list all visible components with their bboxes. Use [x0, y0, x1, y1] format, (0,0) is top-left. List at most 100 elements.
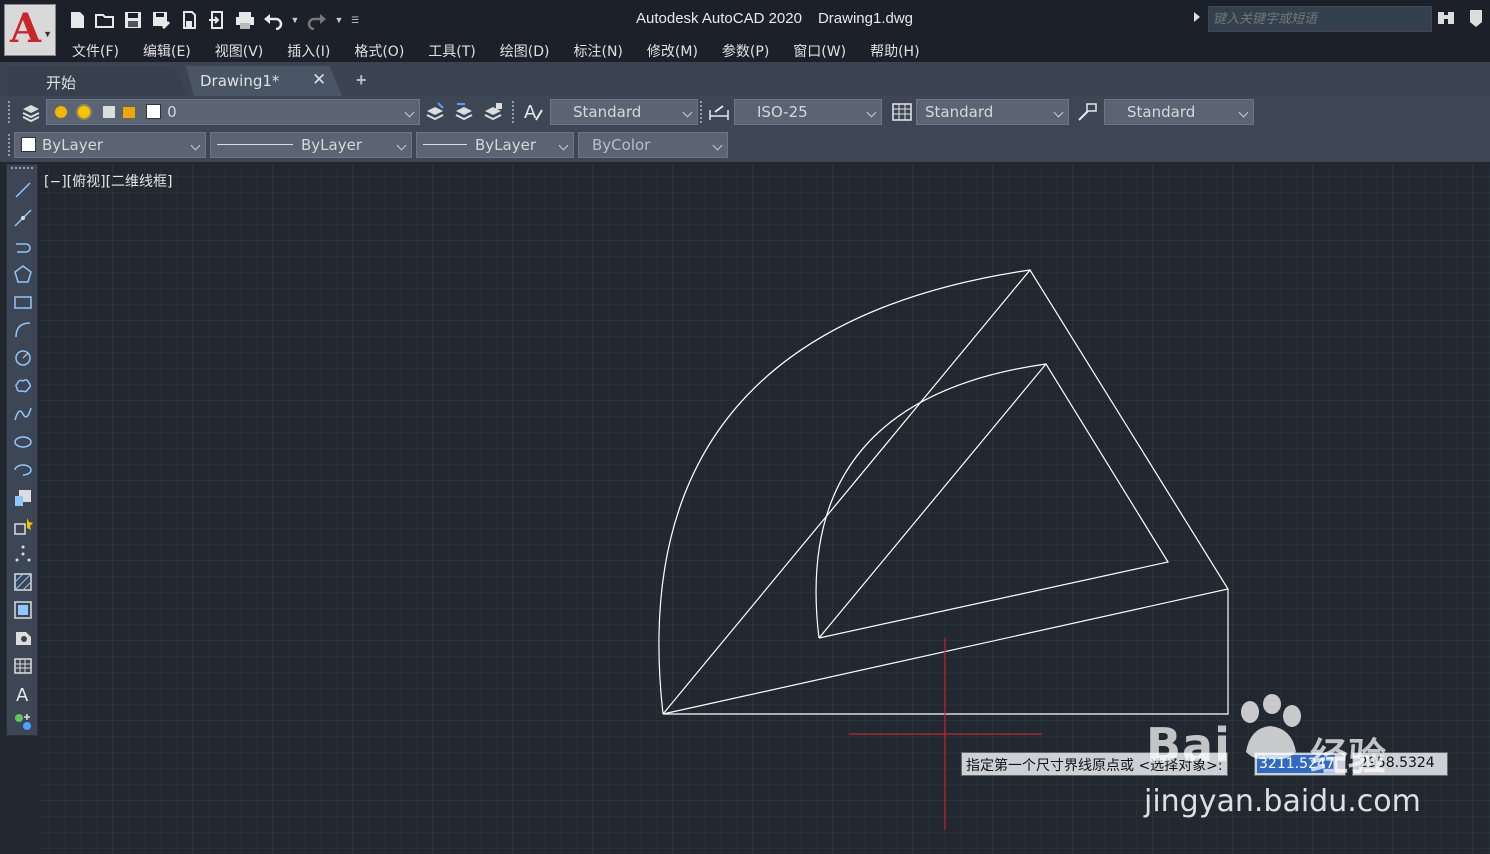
linetype-sample: [217, 144, 293, 145]
text-style-dropdown[interactable]: Standard: [550, 99, 698, 125]
menu-view[interactable]: 视图(V): [203, 38, 276, 62]
ellipse-arc-icon[interactable]: [10, 457, 36, 483]
menu-window[interactable]: 窗口(W): [781, 38, 858, 62]
multileader-style-dropdown[interactable]: Standard: [1104, 99, 1254, 125]
viewport-controls-label[interactable]: [−][俯视][二维线框]: [44, 171, 173, 191]
menu-insert[interactable]: 插入(I): [275, 38, 342, 62]
title-bar: A ▼ ▼ ▼ ☰ Autodesk AutoCAD 2020 Drawing1.…: [0, 0, 1490, 62]
save-icon[interactable]: [122, 9, 144, 31]
make-object-layer-current-icon[interactable]: [422, 99, 448, 125]
web-mobile-save-icon[interactable]: [206, 9, 228, 31]
color-dropdown[interactable]: ByLayer: [14, 132, 206, 158]
layer-properties-icon[interactable]: [18, 99, 44, 125]
menu-format[interactable]: 格式(O): [342, 38, 416, 62]
draw-tool-palette: A: [6, 164, 38, 736]
customize-qat-icon[interactable]: ☰: [350, 9, 360, 31]
table-style-dropdown[interactable]: Standard: [916, 99, 1069, 125]
new-tab-icon[interactable]: +: [356, 70, 367, 91]
undo-icon[interactable]: [262, 9, 284, 31]
circle-icon[interactable]: [10, 345, 36, 371]
new-file-icon[interactable]: [66, 9, 88, 31]
dimension-style-icon[interactable]: [706, 99, 732, 125]
svg-text:A: A: [16, 685, 29, 704]
undo-dropdown-icon[interactable]: ▼: [290, 9, 300, 31]
menu-tools[interactable]: 工具(T): [416, 38, 487, 62]
toolbar-grip[interactable]: [8, 134, 12, 156]
layers-styles-toolbar: 0 A Standard ISO-25 Standard Standard: [0, 96, 1490, 129]
search-input[interactable]: [1208, 6, 1432, 32]
rectangle-icon[interactable]: [10, 289, 36, 315]
application-menu-button[interactable]: A ▼: [4, 4, 56, 56]
search-expand-arrow-icon[interactable]: [1194, 12, 1200, 22]
window-title: Autodesk AutoCAD 2020 Drawing1.dwg: [636, 10, 929, 27]
quick-access-toolbar: ▼ ▼ ☰: [66, 8, 360, 32]
web-mobile-open-icon[interactable]: [178, 9, 200, 31]
file-name: Drawing1.dwg: [817, 10, 913, 27]
region-icon[interactable]: [10, 625, 36, 651]
menu-bar: 文件(F) 编辑(E) 视图(V) 插入(I) 格式(O) 工具(T) 绘图(D…: [60, 38, 932, 62]
close-tab-icon[interactable]: ✕: [312, 70, 326, 90]
menu-help[interactable]: 帮助(H): [858, 38, 931, 62]
x-coordinate-value[interactable]: 3211.5247: [1257, 755, 1335, 773]
dynamic-input-prompt: 指定第一个尺寸界线原点或 <选择对象>:: [961, 752, 1228, 776]
multiline-text-icon[interactable]: A: [10, 681, 36, 707]
construction-line-icon[interactable]: [10, 205, 36, 231]
dimension-style-dropdown[interactable]: ISO-25: [734, 99, 882, 125]
properties-toolbar: ByLayer ByLayer ByLayer ByColor: [0, 129, 1490, 162]
drawing-viewport[interactable]: [40, 164, 1490, 854]
toolbar-grip[interactable]: [8, 101, 12, 123]
redo-dropdown-icon[interactable]: ▼: [334, 9, 344, 31]
menu-modify[interactable]: 修改(M): [635, 38, 710, 62]
dynamic-input-y-field[interactable]: 2958.5324: [1352, 752, 1448, 776]
layer-on-bulb-icon: [55, 106, 67, 118]
layer-thaw-sun-icon: [77, 106, 90, 118]
save-as-icon[interactable]: [150, 9, 172, 31]
menu-edit[interactable]: 编辑(E): [131, 38, 203, 62]
plotstyle-dropdown[interactable]: ByColor: [578, 132, 728, 158]
toolbar-grip[interactable]: [700, 101, 704, 123]
polygon-icon[interactable]: [10, 261, 36, 287]
make-block-icon[interactable]: [10, 513, 36, 539]
favorites-star-icon[interactable]: [1466, 8, 1486, 33]
open-folder-icon[interactable]: [94, 9, 116, 31]
add-selected-icon[interactable]: [10, 709, 36, 735]
ellipse-icon[interactable]: [10, 429, 36, 455]
lineweight-dropdown[interactable]: ByLayer: [416, 132, 574, 158]
dynamic-input-x-field[interactable]: 3211.5247: [1254, 752, 1346, 776]
line-icon[interactable]: [10, 177, 36, 203]
linetype-dropdown[interactable]: ByLayer: [210, 132, 412, 158]
chevron-down-icon: [712, 140, 723, 151]
layer-unlock-icon: [123, 107, 136, 118]
plot-printer-icon[interactable]: [234, 9, 256, 31]
plotstyle-value: ByColor: [592, 136, 651, 154]
hatch-icon[interactable]: [10, 569, 36, 595]
redo-icon[interactable]: [306, 9, 328, 31]
polyline-icon[interactable]: [10, 233, 36, 259]
spline-icon[interactable]: [10, 401, 36, 427]
menu-draw[interactable]: 绘图(D): [488, 38, 562, 62]
table-style-icon[interactable]: [889, 99, 915, 125]
layer-states-icon[interactable]: [480, 99, 506, 125]
autocad-logo-icon: A: [10, 5, 42, 52]
chevron-down-icon: [1238, 107, 1249, 118]
autocad-window: A ▼ ▼ ▼ ☰ Autodesk AutoCAD 2020 Drawing1.…: [0, 0, 1490, 854]
layer-dropdown[interactable]: 0: [46, 99, 420, 125]
lineweight-value: ByLayer: [475, 136, 536, 154]
layer-previous-icon[interactable]: [451, 99, 477, 125]
menu-file[interactable]: 文件(F): [60, 38, 131, 62]
toolbar-grip[interactable]: [512, 101, 516, 123]
revision-cloud-icon[interactable]: [10, 373, 36, 399]
insert-block-icon[interactable]: [10, 485, 36, 511]
gradient-icon[interactable]: [10, 597, 36, 623]
point-icon[interactable]: [10, 541, 36, 567]
binoculars-search-icon[interactable]: [1436, 8, 1456, 33]
menu-dimension[interactable]: 标注(N): [562, 38, 635, 62]
text-style-icon[interactable]: A: [520, 99, 546, 125]
menu-parametric[interactable]: 参数(P): [710, 38, 781, 62]
arc-icon[interactable]: [10, 317, 36, 343]
multileader-style-icon[interactable]: [1074, 99, 1100, 125]
chevron-down-icon: [866, 107, 877, 118]
tab-start[interactable]: 开始: [8, 66, 188, 96]
palette-grip[interactable]: [11, 167, 33, 171]
table-icon[interactable]: [10, 653, 36, 679]
